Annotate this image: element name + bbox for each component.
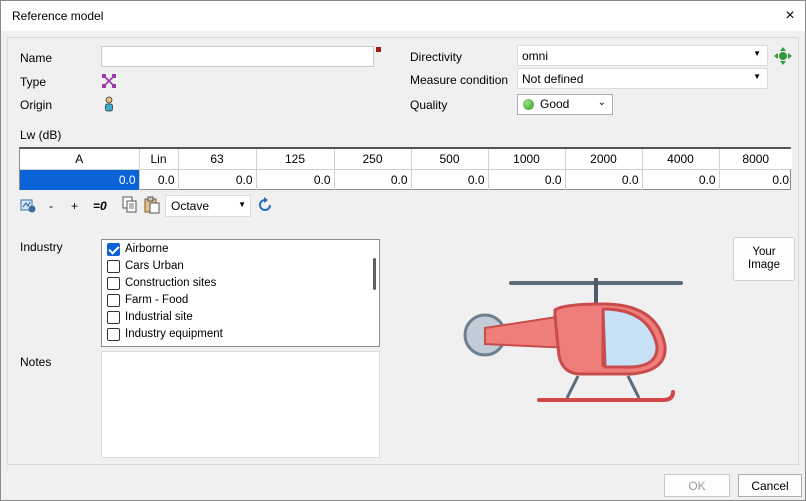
ok-button[interactable]: OK <box>664 474 730 497</box>
lw-cell[interactable]: 0.0 <box>256 169 335 190</box>
lw-cell[interactable]: 0.0 <box>178 169 257 190</box>
helicopter-image <box>463 276 703 411</box>
notes-textarea[interactable] <box>101 351 380 458</box>
origin-label: Origin <box>20 98 53 112</box>
lw-cell-a[interactable]: 0.0 <box>20 169 140 190</box>
copy-icon[interactable] <box>122 196 138 217</box>
notes-label: Notes <box>20 355 52 369</box>
quality-select[interactable]: Good ⌄ <box>517 94 613 115</box>
lw-cell[interactable]: 0.0 <box>411 169 489 190</box>
checkbox[interactable] <box>107 243 120 256</box>
zero-button[interactable]: =0 <box>93 199 107 213</box>
measure-condition-label: Measure condition <box>410 73 509 87</box>
refresh-icon[interactable] <box>256 196 274 217</box>
minus-button[interactable]: - <box>49 199 53 213</box>
close-button[interactable]: × <box>775 1 805 31</box>
name-label: Name <box>20 51 53 65</box>
directivity-select[interactable]: omni ▼ <box>517 45 768 66</box>
type-label: Type <box>20 75 47 89</box>
spectrum-tool-icon[interactable] <box>19 196 37 217</box>
form-panel: Name Type Origin Directivity omni ▼ Meas… <box>7 37 799 465</box>
required-marker <box>376 47 381 52</box>
lw-header-cell: 1000 <box>488 149 566 170</box>
plus-button[interactable]: + <box>71 199 78 213</box>
lw-header-cell: 250 <box>334 149 412 170</box>
directivity-label: Directivity <box>410 50 463 64</box>
lw-toolbar: - + =0 Octave ▼ <box>19 194 279 218</box>
lw-cell[interactable]: 0.0 <box>719 169 792 190</box>
checkbox[interactable] <box>107 311 120 324</box>
industry-scrollbar[interactable] <box>373 258 376 290</box>
lw-header-cell: 2000 <box>565 149 643 170</box>
lw-header-cell: 63 <box>178 149 257 170</box>
window-title: Reference model <box>12 9 104 23</box>
industry-list: Airborne Cars Urban Construction sites F… <box>101 239 380 347</box>
lw-cell[interactable]: 0.0 <box>565 169 643 190</box>
your-image-button[interactable]: Your Image <box>733 237 795 281</box>
checkbox[interactable] <box>107 294 120 307</box>
dropdown-arrow-icon: ▼ <box>753 72 761 81</box>
directivity-value: omni <box>522 49 549 63</box>
dropdown-arrow-icon: ▼ <box>753 49 761 58</box>
measure-condition-select[interactable]: Not defined ▼ <box>517 68 768 89</box>
lw-header-row: A Lin 63 125 250 500 1000 2000 4000 8000 <box>20 149 792 170</box>
cancel-button[interactable]: Cancel <box>738 474 802 497</box>
title-bar: Reference model × <box>1 1 805 31</box>
lw-header-cell: Lin <box>139 149 179 170</box>
user-origin-icon[interactable] <box>103 96 119 112</box>
industry-label: Industry <box>20 240 63 254</box>
lw-header-cell: 500 <box>411 149 489 170</box>
type-icon[interactable] <box>101 73 117 89</box>
checkbox[interactable] <box>107 328 120 341</box>
lw-table: A Lin 63 125 250 500 1000 2000 4000 8000… <box>19 147 792 190</box>
name-input[interactable] <box>101 46 374 67</box>
close-icon: × <box>785 7 795 24</box>
lw-header-cell: 4000 <box>642 149 720 170</box>
checkbox[interactable] <box>107 277 120 290</box>
lw-label: Lw (dB) <box>20 128 62 142</box>
reference-model-dialog: Reference model × Name Type Origin Direc… <box>0 0 806 501</box>
chevron-down-icon: ⌄ <box>597 97 606 108</box>
quality-status-icon <box>523 99 534 110</box>
lw-header-cell: A <box>20 149 140 170</box>
lw-cell[interactable]: 0.0 <box>139 169 179 190</box>
lw-header-cell: 8000 <box>719 149 792 170</box>
band-value: Octave <box>171 199 210 213</box>
quality-label: Quality <box>410 98 448 112</box>
dropdown-arrow-icon: ▼ <box>238 200 246 209</box>
measure-condition-value: Not defined <box>522 72 584 86</box>
paste-icon[interactable] <box>144 196 160 217</box>
lw-cell[interactable]: 0.0 <box>642 169 720 190</box>
quality-value: Good <box>540 97 570 111</box>
lw-cell[interactable]: 0.0 <box>334 169 412 190</box>
lw-cell[interactable]: 0.0 <box>488 169 566 190</box>
checkbox[interactable] <box>107 260 120 273</box>
lw-value-row: 0.0 0.0 0.0 0.0 0.0 0.0 0.0 0.0 0.0 0.0 <box>20 169 792 190</box>
lw-header-cell: 125 <box>256 149 335 170</box>
band-select[interactable]: Octave ▼ <box>165 195 251 217</box>
directivity-3d-icon[interactable] <box>774 47 792 65</box>
